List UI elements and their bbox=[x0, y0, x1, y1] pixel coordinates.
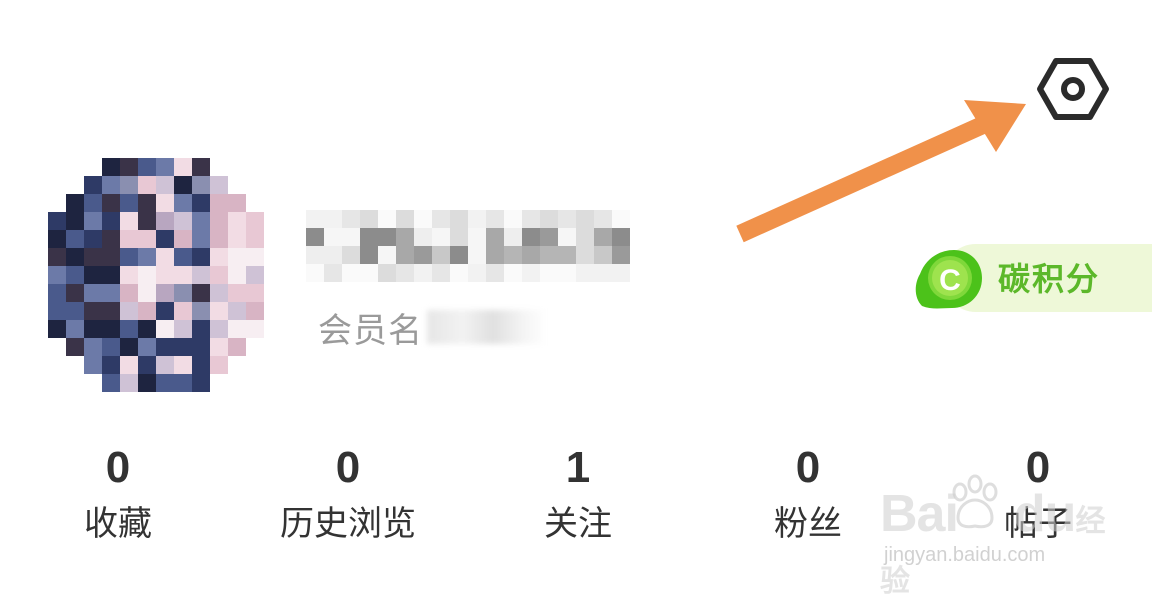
stat-history[interactable]: 0 历史浏览 bbox=[268, 440, 428, 552]
carbon-points-label: 碳积分 bbox=[998, 260, 1101, 298]
stat-fans-value: 0 bbox=[795, 443, 821, 492]
stat-history-value: 0 bbox=[335, 443, 361, 492]
member-name-label: 会员名 bbox=[318, 310, 423, 351]
member-name-obscured bbox=[427, 310, 547, 344]
carbon-coin-icon: C bbox=[912, 244, 986, 314]
stat-following-label: 关注 bbox=[544, 504, 612, 544]
stat-favorites[interactable]: 0 收藏 bbox=[68, 440, 168, 552]
stat-fans[interactable]: 0 粉丝 bbox=[758, 440, 858, 552]
stat-posts-value: 0 bbox=[1025, 443, 1051, 492]
stat-favorites-label: 收藏 bbox=[84, 504, 152, 544]
stat-posts[interactable]: 0 帖子 bbox=[988, 440, 1088, 552]
avatar[interactable] bbox=[48, 158, 278, 398]
stat-fans-label: 粉丝 bbox=[774, 504, 842, 544]
member-name-row: 会员名 bbox=[318, 300, 547, 354]
stat-favorites-value: 0 bbox=[105, 443, 131, 492]
stat-following[interactable]: 1 关注 bbox=[528, 440, 628, 552]
carbon-points-button[interactable]: C 碳积分 bbox=[912, 244, 1152, 314]
stat-history-label: 历史浏览 bbox=[280, 504, 416, 544]
stat-posts-label: 帖子 bbox=[1004, 504, 1072, 544]
settings-button[interactable] bbox=[1036, 52, 1110, 126]
username-obscured bbox=[306, 210, 646, 282]
settings-icon bbox=[1037, 58, 1109, 120]
stat-following-value: 1 bbox=[565, 443, 591, 492]
svg-text:C: C bbox=[939, 264, 961, 297]
